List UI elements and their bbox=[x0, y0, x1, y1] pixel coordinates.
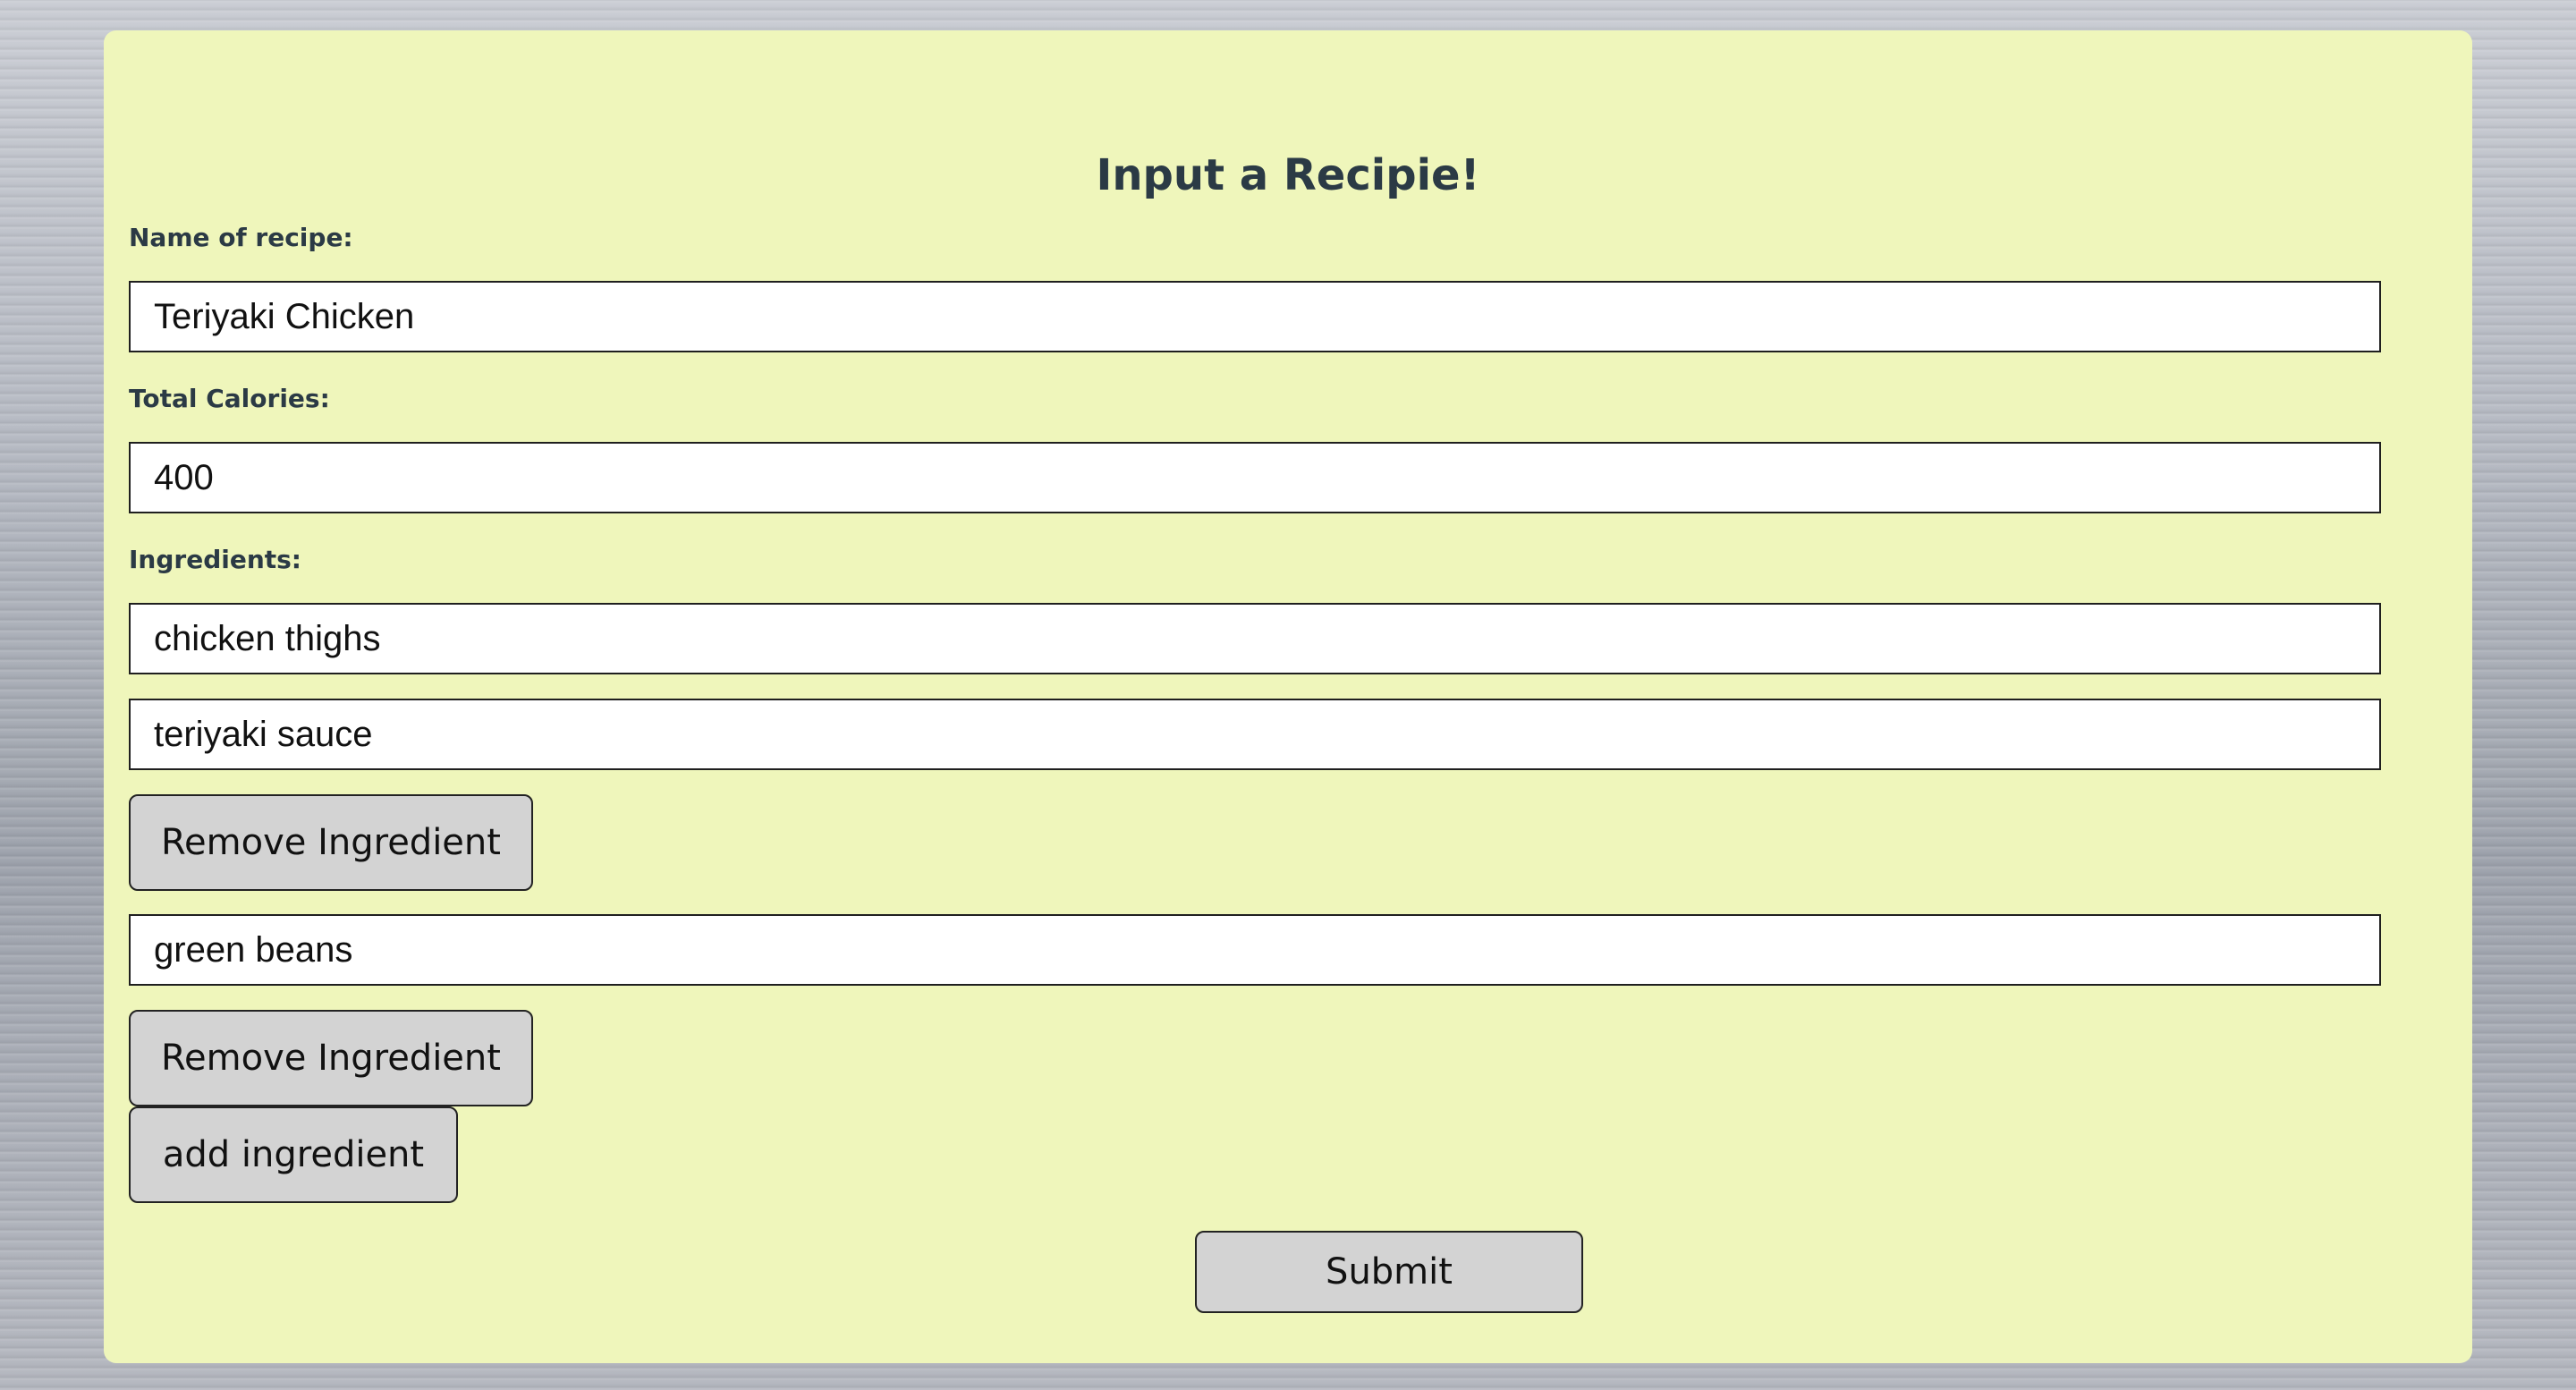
submit-button[interactable]: Submit bbox=[1195, 1231, 1583, 1313]
total-calories-label: Total Calories: bbox=[129, 384, 330, 413]
remove-ingredient-button-3[interactable]: Remove Ingredient bbox=[129, 1010, 533, 1106]
remove-ingredient-button-2[interactable]: Remove Ingredient bbox=[129, 794, 533, 891]
total-calories-input[interactable] bbox=[129, 442, 2381, 513]
ingredient-input-1[interactable] bbox=[129, 603, 2381, 674]
recipe-name-input[interactable] bbox=[129, 281, 2381, 352]
add-ingredient-button[interactable]: add ingredient bbox=[129, 1106, 458, 1203]
recipe-name-label: Name of recipe: bbox=[129, 223, 353, 252]
ingredients-label: Ingredients: bbox=[129, 545, 302, 574]
ingredient-input-3[interactable] bbox=[129, 914, 2381, 986]
ingredient-input-2[interactable] bbox=[129, 699, 2381, 770]
recipe-form-card: Input a Recipie! Name of recipe: Total C… bbox=[104, 30, 2472, 1363]
page-title: Input a Recipie! bbox=[1096, 150, 1480, 200]
